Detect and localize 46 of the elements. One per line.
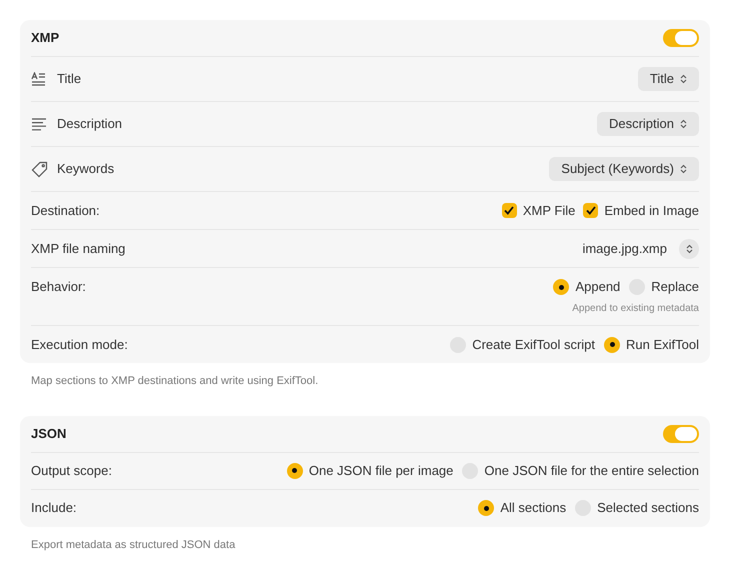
popup-button[interactable]: Description <box>596 112 699 136</box>
row-label: Execution mode: <box>31 336 128 354</box>
checkbox[interactable] <box>502 203 517 218</box>
hint-text: Append to existing metadata <box>572 302 699 316</box>
row-label: Include: <box>31 499 77 518</box>
stepper-button[interactable] <box>679 238 699 258</box>
text-format-icon <box>31 72 47 86</box>
row-label: XMP file naming <box>31 240 126 258</box>
checkmark-icon <box>586 206 596 215</box>
checkbox[interactable] <box>583 203 598 218</box>
row-label: Description <box>57 115 122 134</box>
radio-label: Create ExifTool script <box>472 336 596 354</box>
toggle-switch[interactable] <box>663 29 699 47</box>
section-title: XMP <box>31 29 60 48</box>
chevron-updown-icon <box>680 164 687 174</box>
radio-label: One JSON file per image <box>308 462 454 480</box>
checkbox-label: XMP File <box>522 202 576 220</box>
row-label: Behavior: <box>31 278 86 296</box>
radio-button[interactable] <box>478 500 494 516</box>
file-name-value: image.jpg.xmp <box>582 240 667 258</box>
radio-label: Append <box>575 278 620 296</box>
row-label: Title <box>57 70 82 88</box>
radio-button[interactable] <box>286 462 303 478</box>
section-footer: Map sections to XMP destinations and write using ExifTool. <box>31 373 710 390</box>
radio-label: One JSON file for the entire selection <box>484 462 699 480</box>
section-footer: Export metadata as structured JSON data <box>31 536 710 553</box>
popup-button[interactable]: Subject (Keywords) <box>549 157 699 181</box>
chevron-updown-icon <box>680 74 687 84</box>
radio-label: Replace <box>651 278 699 296</box>
checkbox-label: Embed in Image <box>604 202 699 220</box>
row-label: Output scope: <box>31 462 112 480</box>
popup-button[interactable]: Title <box>638 67 699 91</box>
row-label: Destination: <box>31 202 100 220</box>
radio-label: Run ExifTool <box>626 336 699 354</box>
radio-label: Selected sections <box>597 499 699 518</box>
chevron-updown-icon <box>686 244 692 254</box>
row-label: Keywords <box>57 160 114 178</box>
tag-icon <box>31 160 48 178</box>
chevron-updown-icon <box>680 119 687 129</box>
section-title: JSON <box>31 424 66 443</box>
radio-label: All sections <box>500 499 566 518</box>
checkmark-icon <box>504 206 514 215</box>
radio-button[interactable] <box>604 336 620 352</box>
paragraph-icon <box>31 118 47 130</box>
radio-button[interactable] <box>553 279 570 295</box>
toggle-switch[interactable] <box>663 424 699 442</box>
